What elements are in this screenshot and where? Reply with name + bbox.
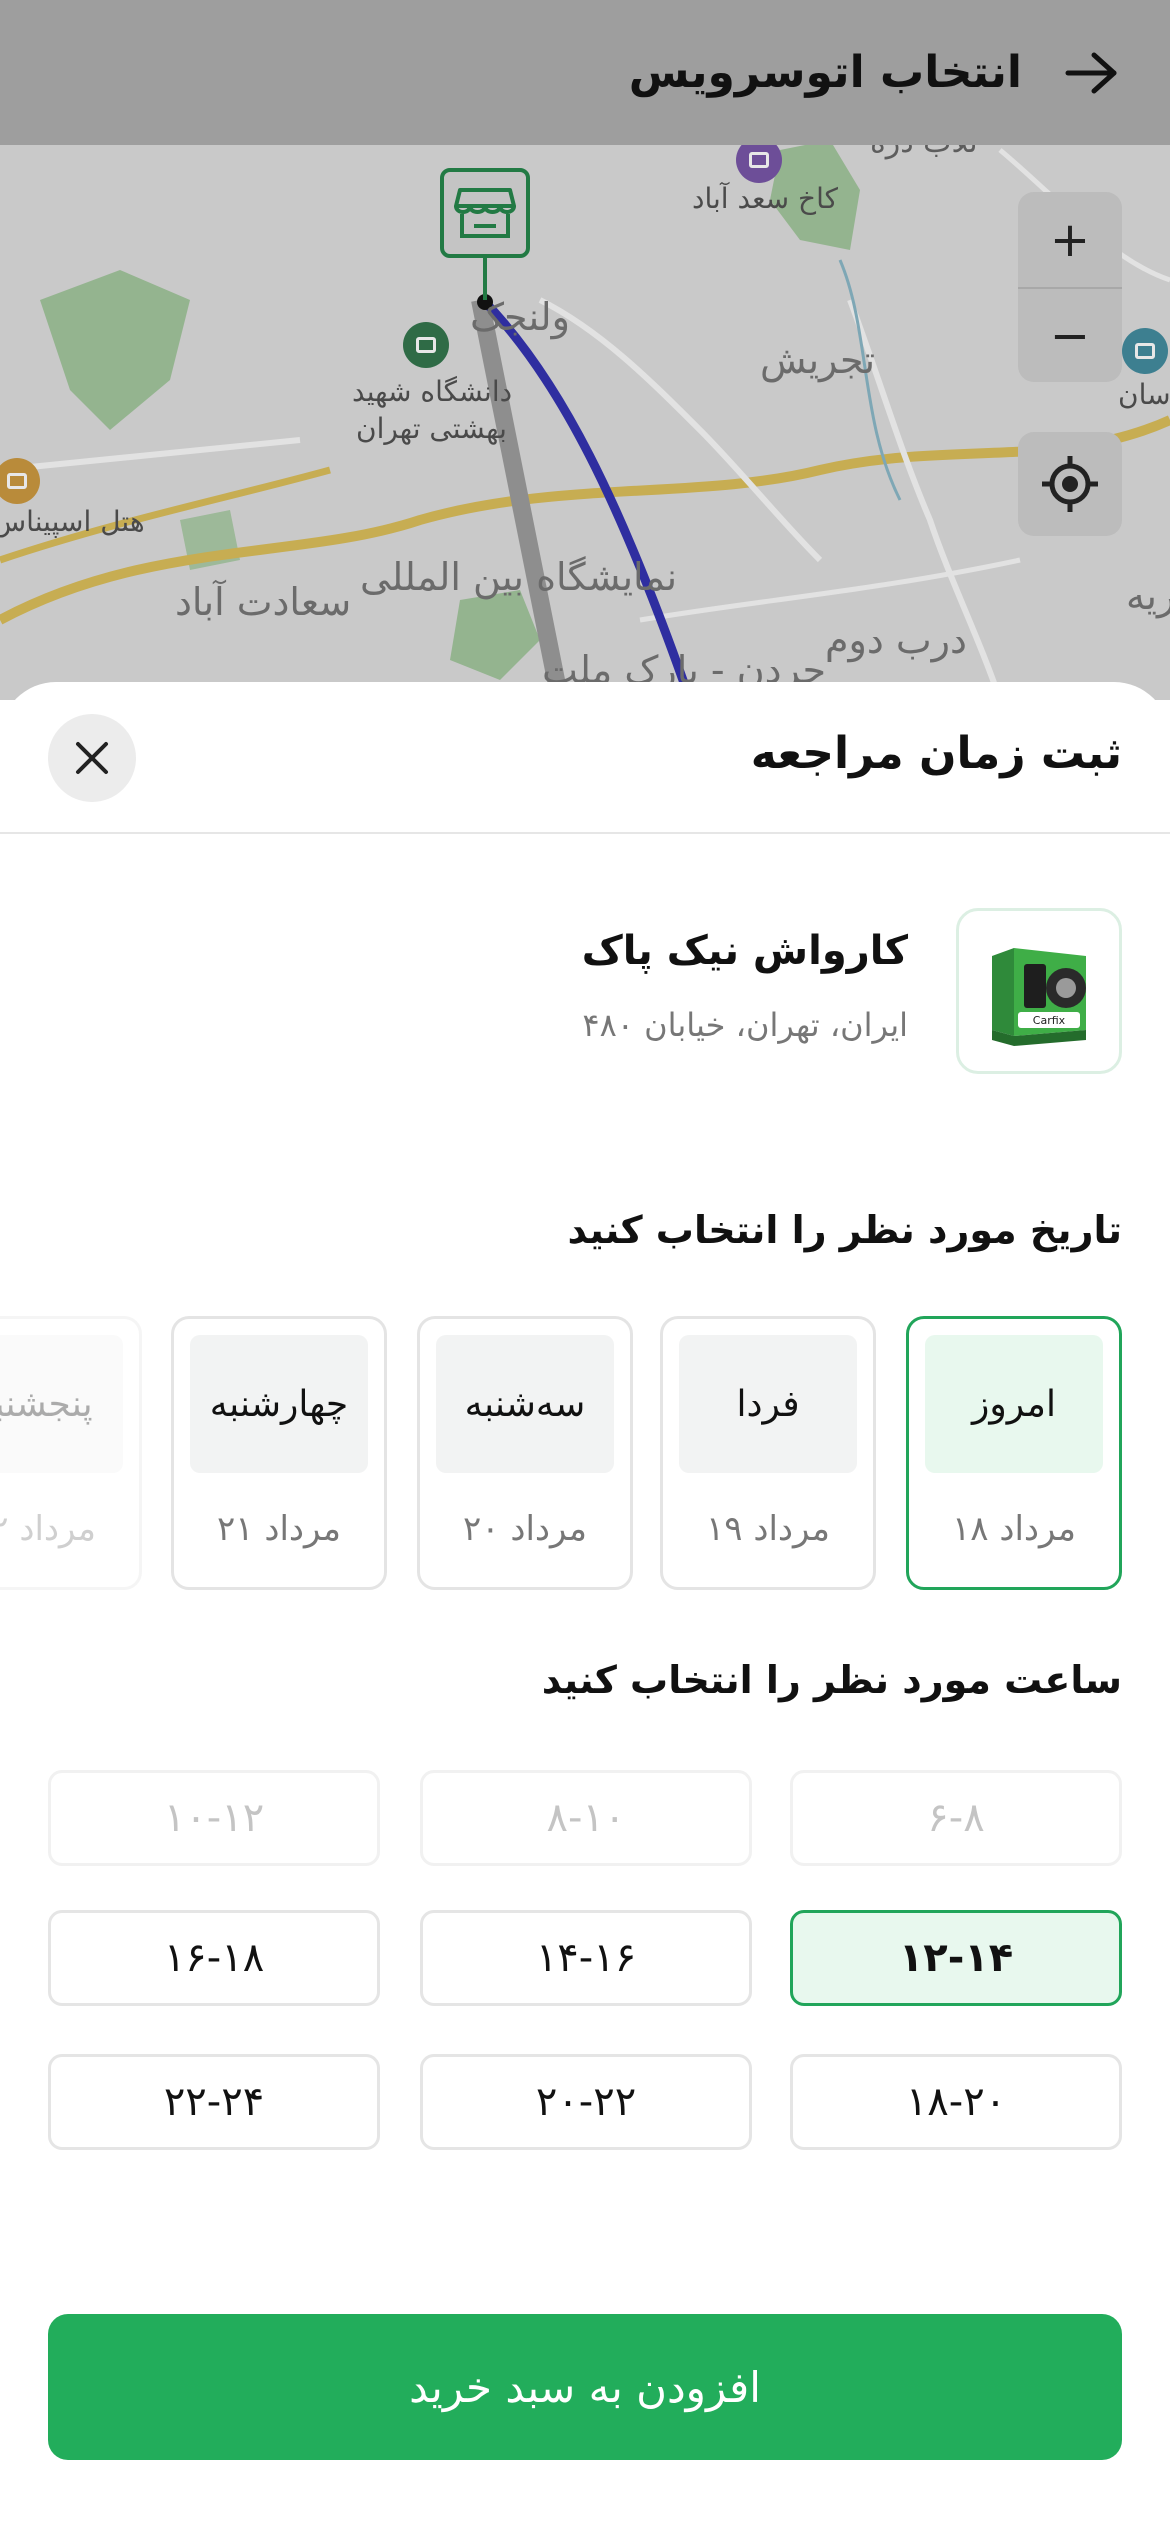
date-day: سه‌شنبه xyxy=(436,1335,614,1473)
time-section-label: ساعت مورد نظر را انتخاب کنید xyxy=(541,1658,1122,1702)
time-slot[interactable]: ۱۶-۱۸ xyxy=(48,1910,380,2006)
map-label: کاخ سعد آباد xyxy=(692,182,838,215)
date-card[interactable]: فردا ۱۹ مرداد xyxy=(660,1316,876,1590)
date-day: فردا xyxy=(679,1335,857,1473)
date-value: ۲۲ مرداد xyxy=(0,1509,97,1549)
add-to-cart-button[interactable]: افزودن به سبد خرید xyxy=(48,2314,1122,2460)
page-title: انتخاب اتوسرویس xyxy=(628,47,1022,98)
map-label: تجریش xyxy=(760,338,876,382)
back-button[interactable] xyxy=(1062,43,1122,103)
close-icon xyxy=(76,742,108,774)
shop-poi-icon xyxy=(1122,328,1168,374)
date-card[interactable]: امروز ۱۸ مرداد xyxy=(906,1316,1122,1590)
shop-address: ایران، تهران، خیابان ۴۸۰ xyxy=(582,1006,908,1044)
shop-info: Carfix کارواش نیک پاک ایران، تهران، خیاب… xyxy=(48,908,1122,1076)
crosshair-icon xyxy=(1042,456,1098,512)
date-value: ۲۱ مرداد xyxy=(216,1509,342,1549)
zoom-in-button[interactable]: + xyxy=(1018,192,1122,287)
date-picker: امروز ۱۸ مرداد فردا ۱۹ مرداد سه‌شنبه ۲۰ … xyxy=(0,1316,1170,1590)
arrow-right-icon xyxy=(1065,52,1117,93)
time-slot[interactable]: ۱۰-۱۲ xyxy=(48,1770,380,1866)
map-label: بهشتی تهران xyxy=(356,412,507,445)
date-value: ۱۹ مرداد xyxy=(705,1509,831,1549)
time-slot[interactable]: ۸-۱۰ xyxy=(420,1770,752,1866)
university-poi-icon xyxy=(403,322,449,368)
date-value: ۲۰ مرداد xyxy=(462,1509,588,1549)
date-card[interactable]: پنجشنبه ۲۲ مرداد xyxy=(0,1316,142,1590)
shop-logo-text: Carfix xyxy=(1033,1014,1066,1027)
my-location-button[interactable] xyxy=(1018,432,1122,536)
date-card[interactable]: چهارشنبه ۲۱ مرداد xyxy=(171,1316,387,1590)
top-header: انتخاب اتوسرویس xyxy=(0,0,1170,145)
date-card[interactable]: سه‌شنبه ۲۰ مرداد xyxy=(417,1316,633,1590)
map-view[interactable]: تلاب دره کاخ سعد آباد ولنجک تجریش دانشگا… xyxy=(0,0,1170,700)
booking-sheet: ثبت زمان مراجعه Carfix کارواش نیک پاک ای… xyxy=(0,682,1170,2532)
time-slot[interactable]: ۱۸-۲۰ xyxy=(790,2054,1122,2150)
date-day: پنجشنبه xyxy=(0,1335,123,1473)
map-label: هتل اسپیناس xyxy=(0,505,145,538)
date-section-label: تاریخ مورد نظر را انتخاب کنید xyxy=(567,1208,1123,1252)
zoom-control: + − xyxy=(1018,192,1122,382)
zoom-out-button[interactable]: − xyxy=(1018,287,1122,382)
map-label: درب دوم xyxy=(825,618,967,662)
date-day: چهارشنبه xyxy=(190,1335,368,1473)
time-slot[interactable]: ۲۰-۲۲ xyxy=(420,2054,752,2150)
time-slot[interactable]: ۱۲-۱۴ xyxy=(790,1910,1122,2006)
map-label: خرید سان xyxy=(1118,378,1170,411)
map-label: ریه xyxy=(1126,574,1170,618)
sheet-title: ثبت زمان مراجعه xyxy=(750,728,1122,779)
time-slot[interactable]: ۲۲-۲۴ xyxy=(48,2054,380,2150)
time-slot[interactable]: ۱۴-۱۶ xyxy=(420,1910,752,2006)
map-label: سعادت آباد xyxy=(175,580,352,624)
map-label: ولنجک xyxy=(470,295,570,339)
shop-name: کارواش نیک پاک xyxy=(581,928,908,974)
close-button[interactable] xyxy=(48,714,136,802)
date-day: امروز xyxy=(925,1335,1103,1473)
store-pin-icon[interactable] xyxy=(440,168,530,258)
sheet-header: ثبت زمان مراجعه xyxy=(0,682,1170,834)
shop-logo: Carfix xyxy=(956,908,1122,1074)
date-value: ۱۸ مرداد xyxy=(951,1509,1077,1549)
map-label: دانشگاه شهید xyxy=(352,375,513,408)
map-label: نمایشگاه بین المللی xyxy=(360,555,678,599)
time-slot[interactable]: ۶-۸ xyxy=(790,1770,1122,1866)
